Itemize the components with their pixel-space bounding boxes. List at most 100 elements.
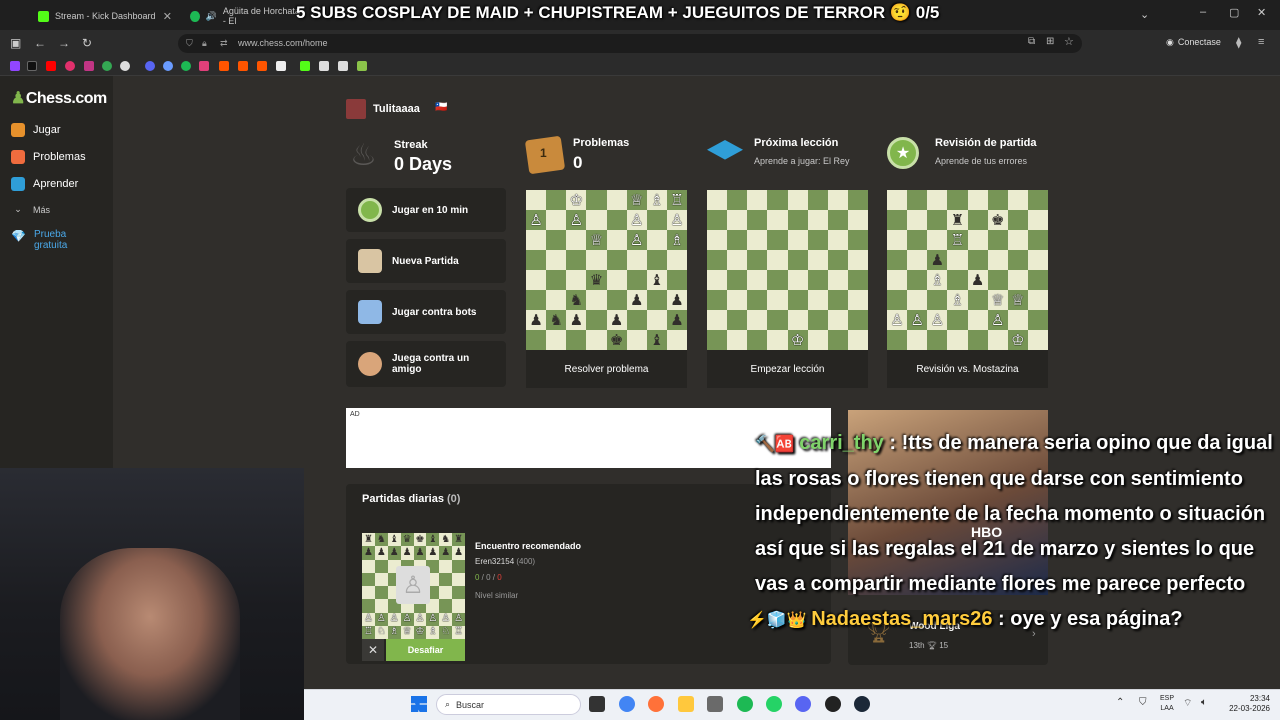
connect-button[interactable]: ◉ Conectase <box>1166 37 1221 48</box>
chess-piece-icon: ♟ <box>428 546 438 558</box>
board-square: ♝ <box>646 270 667 290</box>
lesson-label[interactable]: Próxima lección <box>754 137 838 149</box>
bookmark-icon[interactable] <box>199 61 209 71</box>
taskbar-search[interactable]: ⌕ Buscar <box>436 694 581 715</box>
sidebar-item-problemas[interactable]: Problemas <box>11 150 86 164</box>
soundcloud-bookmark-icon[interactable] <box>257 61 267 71</box>
dismiss-button[interactable]: ✕ <box>362 639 384 661</box>
chesscom-logo[interactable]: ♟Chess.com <box>11 88 107 108</box>
review-board[interactable]: ♜ ♚ ♖ ♟ ♗ ♟ ♗ ♕ ♕ ♙ ♙ ♙ ♙ ♔ <box>887 190 1048 350</box>
bookmark-icon[interactable] <box>163 61 173 71</box>
puzzle-board[interactable]: ♔ ♕ ♗ ♖ ♙ ♙ ♙ ♙ ♕ ♙ ♗ ♛ ♝ ♞ ♟ ♟ ♟ ♞ ♟ ♟ ♟ ♚ ♝ <box>526 190 687 350</box>
security-icon[interactable]: ⛉ <box>1139 697 1147 708</box>
bookmark-icon[interactable] <box>357 61 367 71</box>
tab-kick[interactable]: Stream - Kick Dashboard ✕ <box>30 4 180 28</box>
bookmark-icon[interactable] <box>65 61 75 71</box>
chess-piece-icon: ♟ <box>529 311 543 329</box>
board-square <box>987 330 1008 350</box>
reload-icon[interactable]: ↻ <box>82 36 92 50</box>
sidebar-item-jugar[interactable]: Jugar <box>11 123 61 137</box>
twitch-bookmark-icon[interactable] <box>10 61 20 71</box>
instagram-bookmark-icon[interactable] <box>84 61 94 71</box>
review-game-button[interactable]: Revisión vs. Mostazina <box>887 350 1048 388</box>
chess-piece-icon: ♕ <box>629 191 644 209</box>
board-square <box>606 270 627 290</box>
youtube-bookmark-icon[interactable] <box>46 61 56 71</box>
chess-piece-icon: ♗ <box>650 191 664 209</box>
bookmark-icon[interactable] <box>319 61 329 71</box>
play-bots-button[interactable]: Jugar contra bots <box>346 290 506 334</box>
avatar[interactable] <box>346 99 366 119</box>
discord-icon[interactable] <box>795 696 811 712</box>
bookmark-icon[interactable] <box>102 61 112 71</box>
board-square: ♙ <box>362 612 375 626</box>
board-square: ♙ <box>387 612 401 626</box>
volume-icon[interactable]: 🔈︎ <box>1201 697 1207 708</box>
bookmark-star-icon[interactable]: ☆ <box>1064 35 1074 48</box>
window-close-icon[interactable]: ✕ <box>1257 6 1266 19</box>
wifi-icon[interactable]: ⌔ <box>1183 697 1192 710</box>
play-friend-button[interactable]: Juega contra un amigo <box>346 341 506 387</box>
taskview-icon[interactable] <box>589 696 605 712</box>
app-icon[interactable] <box>707 696 723 712</box>
new-game-button[interactable]: Nueva Partida <box>346 239 506 283</box>
kick-bookmark-icon[interactable] <box>300 61 310 71</box>
soundcloud-bookmark-icon[interactable] <box>238 61 248 71</box>
board-square: ♗ <box>387 625 401 639</box>
sidebar-item-mas[interactable]: ⌄ Más <box>11 204 50 215</box>
whatsapp-icon[interactable] <box>766 696 782 712</box>
challenge-button[interactable]: Desafiar <box>386 639 465 661</box>
clock[interactable]: 23:34 22-03-2026 <box>1222 694 1270 714</box>
tab-list-icon[interactable]: ⌄ <box>1140 8 1149 21</box>
obs-icon[interactable] <box>825 696 841 712</box>
streak-value: 0 Days <box>394 154 453 174</box>
board-square <box>707 290 728 310</box>
sidebar-item-prueba[interactable]: 💎 Prueba gratuita <box>11 229 91 251</box>
bookmark-icon[interactable] <box>120 61 130 71</box>
play-10min-button[interactable]: Jugar en 10 min <box>346 188 506 232</box>
board-square: ♕ <box>1007 290 1028 310</box>
puzzles-label[interactable]: Problemas <box>573 137 629 149</box>
shield-icon: ⛉ <box>186 38 193 48</box>
chevron-up-icon[interactable]: ⌃ <box>1116 697 1124 708</box>
forward-icon[interactable]: → <box>58 36 70 50</box>
bookmark-icon[interactable] <box>338 61 348 71</box>
sidebar-item-aprender[interactable]: Aprender <box>11 177 78 191</box>
board-square <box>747 230 768 250</box>
tiktok-bookmark-icon[interactable] <box>27 61 37 71</box>
bookmark-icon[interactable] <box>276 61 286 71</box>
board-square <box>907 190 928 210</box>
chrome-icon[interactable] <box>619 696 635 712</box>
board-square: ♟ <box>439 546 453 560</box>
start-lesson-button[interactable]: Empezar lección <box>707 350 868 388</box>
pip-icon[interactable]: ⊞ <box>1046 36 1054 47</box>
folder-icon[interactable] <box>678 696 694 712</box>
steam-icon[interactable] <box>854 696 870 712</box>
board-square: ♙ <box>987 310 1008 330</box>
soundcloud-bookmark-icon[interactable] <box>219 61 229 71</box>
menu-icon[interactable]: ≡ <box>1258 36 1264 48</box>
opponent-name[interactable]: Eren32154 (400) <box>475 557 535 566</box>
back-icon[interactable]: ← <box>34 36 46 50</box>
discord-bookmark-icon[interactable] <box>145 61 155 71</box>
firefox-icon[interactable] <box>648 696 664 712</box>
spotify-icon[interactable] <box>737 696 753 712</box>
spotify-bookmark-icon[interactable] <box>181 61 191 71</box>
board-square: ♔ <box>1007 330 1028 350</box>
maximize-icon[interactable]: ▢ <box>1229 6 1239 19</box>
close-icon[interactable]: ✕ <box>163 10 172 23</box>
solve-puzzle-button[interactable]: Resolver problema <box>526 350 687 388</box>
url-input[interactable]: ⛉ 🔒︎ ⇄ www.chess.com/home <box>178 34 1082 53</box>
username[interactable]: Tulitaaaa <box>373 103 420 115</box>
extensions-icon[interactable]: ⧫ <box>1236 36 1241 49</box>
language-indicator[interactable]: ESP LAA <box>1160 694 1174 714</box>
board-square: ♕ <box>626 190 647 210</box>
sidebar-toggle-icon[interactable]: ▣ <box>10 36 21 50</box>
lesson-board[interactable]: ♔ <box>707 190 868 350</box>
board-square <box>727 270 748 290</box>
button-label: Jugar en 10 min <box>392 204 469 216</box>
review-label[interactable]: Revisión de partida <box>935 137 1036 149</box>
minimize-icon[interactable]: – <box>1200 6 1206 18</box>
screenshot-icon[interactable]: ⧉ <box>1028 36 1035 47</box>
tab-spotify[interactable]: 🔊 Agüita de Horchata - El <box>182 4 312 28</box>
